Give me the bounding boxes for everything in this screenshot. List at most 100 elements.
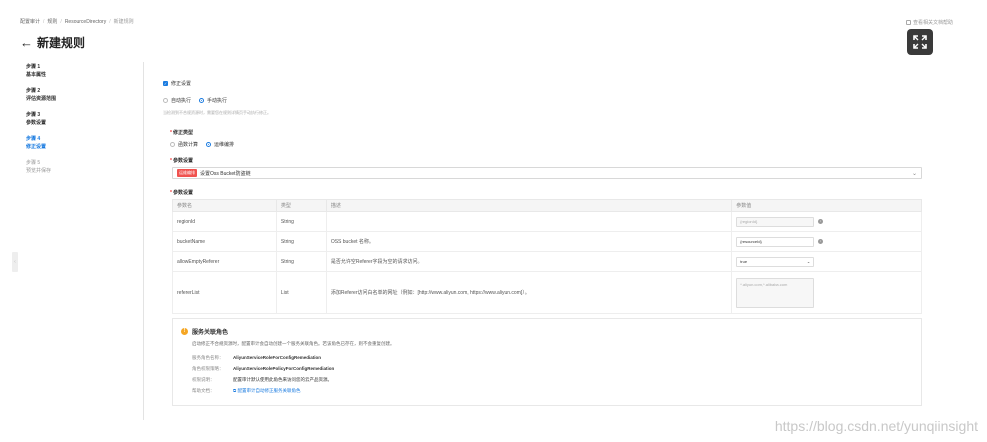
step-name: 预览并保存 bbox=[26, 168, 52, 174]
chevron-left-icon: ‹ bbox=[14, 259, 16, 265]
param-type: String bbox=[275, 231, 327, 252]
param-name: regionId bbox=[172, 211, 277, 232]
role-key: 权限说明： bbox=[192, 377, 215, 382]
template-select[interactable]: 运维编排 设置Oss Bucket防盗链 ⌄ bbox=[172, 167, 922, 179]
template-label: *参数设置 bbox=[170, 158, 193, 164]
info-icon[interactable]: i bbox=[818, 219, 824, 225]
info-icon[interactable]: i bbox=[818, 239, 824, 245]
expand-icon bbox=[913, 35, 927, 49]
param-type: String bbox=[275, 211, 327, 232]
radio-label: 运维编排 bbox=[214, 142, 235, 148]
param-table: 参数名 类型 描述 参数值 regionId String {regionId}… bbox=[172, 199, 922, 314]
param-type: String bbox=[275, 251, 327, 272]
radio-label: 自动执行 bbox=[171, 98, 192, 104]
role-line: 服务角色名称： AliyunServiceRoleForConfigRemedi… bbox=[192, 355, 913, 361]
param-value-input: {regionId} bbox=[736, 216, 815, 227]
role-line: 角色权限策略： AliyunServiceRolePolicyForConfig… bbox=[192, 366, 913, 372]
help-link[interactable]: 查看相关文档帮助 bbox=[906, 19, 953, 26]
step-5[interactable]: 步骤 5 预览并保存 bbox=[26, 159, 126, 174]
check-icon: ✓ bbox=[163, 81, 168, 86]
radio-auto-exec[interactable]: 自动执行 bbox=[163, 97, 191, 104]
page-title: 新建规则 bbox=[37, 36, 86, 50]
step-name: 基本属性 bbox=[26, 72, 47, 78]
radio-oos[interactable]: 运维编排 bbox=[206, 141, 234, 148]
param-value-cell: true ⌄ bbox=[731, 251, 922, 272]
role-key: 角色权限策略： bbox=[192, 366, 224, 371]
breadcrumb-item[interactable]: 配置审计 bbox=[20, 18, 40, 25]
service-role-panel: ! 服务关联角色 启动修正不合规资源时，配置审计会自动创建一个服务关联角色。若该… bbox=[172, 318, 922, 406]
remediation-type-radio-group: 函数计算 运维编排 bbox=[170, 141, 234, 148]
param-desc bbox=[325, 211, 733, 232]
radio-selected-icon bbox=[199, 98, 205, 103]
divider bbox=[143, 62, 144, 420]
service-role-title: 服务关联角色 bbox=[192, 330, 229, 336]
radio-function-compute[interactable]: 函数计算 bbox=[170, 141, 198, 148]
role-value: 配置审计默认使用此角色来访问您的云产品资源。 bbox=[233, 377, 332, 382]
param-value-cell: {resourceId} i bbox=[731, 231, 922, 252]
column-header: 参数值 bbox=[731, 199, 922, 212]
select-value: true bbox=[740, 259, 748, 264]
role-line: 帮助文档： ⧉ 配置审计自动修正服务关联角色 bbox=[192, 388, 913, 394]
service-role-details: 服务角色名称： AliyunServiceRoleForConfigRemedi… bbox=[192, 355, 913, 394]
role-value: AliyunServiceRolePolicyForConfigRemediat… bbox=[233, 366, 335, 371]
step-4[interactable]: 步骤 4 修正设置 bbox=[26, 135, 126, 150]
label-text: 参数设置 bbox=[172, 190, 193, 196]
step-1[interactable]: 步骤 1 基本属性 bbox=[26, 63, 126, 78]
fullscreen-button[interactable] bbox=[907, 29, 933, 55]
radio-manual-exec[interactable]: 手动执行 bbox=[199, 97, 227, 104]
step-number: 步骤 3 bbox=[26, 112, 41, 118]
help-doc-link-label: 配置审计自动修正服务关联角色 bbox=[237, 388, 301, 393]
param-value-cell: {regionId} i bbox=[731, 211, 922, 232]
warning-icon: ! bbox=[181, 328, 188, 335]
remediation-checkbox[interactable]: ✓ 修正设置 bbox=[163, 80, 191, 87]
role-value: AliyunServiceRoleForConfigRemediation bbox=[233, 355, 322, 360]
param-desc: 添加Referer访问白名单的网址（例如：[http://www.aliyun.… bbox=[325, 271, 733, 314]
params-label: *参数设置 bbox=[170, 190, 193, 196]
exec-mode-radio-group: 自动执行 手动执行 bbox=[163, 97, 227, 104]
template-tag: 运维编排 bbox=[177, 169, 197, 177]
doc-icon bbox=[906, 20, 911, 25]
breadcrumb-item[interactable]: ResourceDirectory bbox=[65, 19, 106, 25]
param-type: List bbox=[275, 271, 327, 314]
chevron-down-icon: ⌄ bbox=[911, 171, 917, 177]
param-name: refererList bbox=[172, 271, 277, 314]
param-desc: 是否允许空Referer字段为空的请求访问。 bbox=[325, 251, 733, 272]
table-row: allowEmptyReferer String 是否允许空Referer字段为… bbox=[172, 251, 922, 272]
column-header: 类型 bbox=[275, 199, 327, 212]
service-role-desc: 启动修正不合规资源时，配置审计会自动创建一个服务关联角色。若该角色已存在，则不会… bbox=[192, 341, 395, 346]
template-value: 设置Oss Bucket防盗链 bbox=[200, 170, 251, 177]
step-name: 评估资源范围 bbox=[26, 96, 57, 102]
collapse-handle[interactable]: ‹ bbox=[12, 252, 18, 272]
label-text: 修正类型 bbox=[172, 130, 193, 136]
role-line: 权限说明： 配置审计默认使用此角色来访问您的云产品资源。 bbox=[192, 377, 913, 383]
step-number: 步骤 1 bbox=[26, 64, 41, 70]
param-value-select[interactable]: true ⌄ bbox=[736, 256, 815, 267]
remediation-type-label: *修正类型 bbox=[170, 130, 193, 136]
column-header: 描述 bbox=[325, 199, 733, 212]
param-value-input[interactable]: {resourceId} bbox=[736, 236, 815, 247]
step-number: 步骤 4 bbox=[26, 136, 41, 142]
table-row: regionId String {regionId} i bbox=[172, 211, 922, 232]
steps-nav: 步骤 1 基本属性 步骤 2 评估资源范围 步骤 3 参数设置 步骤 4 修正设… bbox=[26, 63, 126, 183]
table-row: refererList List 添加Referer访问白名单的网址（例如：[h… bbox=[172, 271, 922, 314]
step-2[interactable]: 步骤 2 评估资源范围 bbox=[26, 87, 126, 102]
step-name: 修正设置 bbox=[26, 144, 47, 150]
chevron-down-icon: ⌄ bbox=[806, 259, 811, 264]
table-row: bucketName String OSS bucket 名称。 {resour… bbox=[172, 231, 922, 252]
param-value-textarea[interactable]: *.aliyun.com,*.alibaba.com bbox=[736, 277, 815, 308]
param-name: allowEmptyReferer bbox=[172, 251, 277, 272]
remediation-checkbox-label: 修正设置 bbox=[171, 81, 192, 87]
help-link-label: 查看相关文档帮助 bbox=[913, 20, 954, 26]
service-role-header: ! 服务关联角色 bbox=[181, 327, 913, 336]
help-doc-link[interactable]: ⧉ 配置审计自动修正服务关联角色 bbox=[233, 388, 300, 394]
step-name: 参数设置 bbox=[26, 120, 47, 126]
step-number: 步骤 5 bbox=[26, 160, 41, 166]
breadcrumb-item[interactable]: 规则 bbox=[47, 18, 57, 25]
param-name: bucketName bbox=[172, 231, 277, 252]
arrow-left-icon[interactable]: ← bbox=[20, 36, 33, 49]
label-text: 参数设置 bbox=[172, 158, 193, 164]
step-3[interactable]: 步骤 3 参数设置 bbox=[26, 111, 126, 126]
watermark: https://blog.csdn.net/yunqiinsight bbox=[774, 418, 978, 434]
radio-icon bbox=[163, 98, 168, 103]
breadcrumb-item-current: 新建规则 bbox=[113, 19, 134, 25]
